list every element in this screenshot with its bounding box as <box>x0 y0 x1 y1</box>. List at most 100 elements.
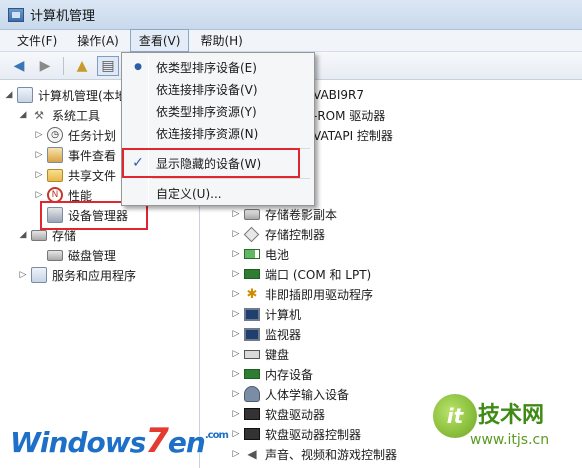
device-root-computer-name[interactable]: VABI9R7 <box>313 85 364 105</box>
device-label: 监视器 <box>265 327 302 342</box>
device-label: 内存设备 <box>265 367 314 382</box>
menu-mark <box>128 101 148 121</box>
device-category[interactable]: ▷ 软盘驱动器 <box>231 404 325 424</box>
collapsed-arrow-icon[interactable]: ▷ <box>231 369 241 379</box>
collapsed-arrow-icon[interactable]: ▷ <box>231 449 241 459</box>
device-category-ide[interactable]: VATAPI 控制器 <box>313 125 393 145</box>
collapsed-arrow-icon[interactable]: ▷ <box>231 269 241 279</box>
device-category[interactable]: ▷ 存储控制器 <box>231 224 325 244</box>
collapsed-arrow-icon[interactable]: ▷ <box>34 170 44 180</box>
collapsed-arrow-icon[interactable]: ▷ <box>231 349 241 359</box>
tree-label: 计算机管理(本地 <box>38 88 127 103</box>
device-category[interactable]: ▷ 监视器 <box>231 324 301 344</box>
menu-item-sort-resources-by-connection[interactable]: 依连接排序资源(N) <box>124 122 312 144</box>
non-pnp-driver-icon: ✱ <box>246 286 258 302</box>
menu-help[interactable]: 帮助(H) <box>191 29 251 52</box>
collapsed-arrow-icon[interactable]: ▷ <box>231 389 241 399</box>
device-category[interactable]: ▷ 计算机 <box>231 304 301 324</box>
computer-management-icon <box>8 7 24 22</box>
device-label: 存储控制器 <box>265 227 326 242</box>
device-category[interactable]: ▷ ✱ 非即插即用驱动程序 <box>231 284 373 304</box>
collapsed-arrow-icon[interactable]: ▷ <box>231 229 241 239</box>
device-category[interactable]: ▷ 端口 (COM 和 LPT) <box>231 264 372 284</box>
menu-item-sort-devices-by-connection[interactable]: 依连接排序设备(V) <box>124 78 312 100</box>
tree-item-device-manager[interactable]: 设备管理器 <box>47 205 128 225</box>
device-category-dvd[interactable]: -ROM 驱动器 <box>313 105 385 125</box>
device-label: 存储卷影副本 <box>265 207 338 222</box>
tree-item-services[interactable]: ▷ 服务和应用程序 <box>18 265 136 285</box>
tree-label: 事件查看 <box>68 148 117 163</box>
collapsed-arrow-icon[interactable]: ▷ <box>34 150 44 160</box>
device-label: 端口 (COM 和 LPT) <box>265 267 372 282</box>
expanded-arrow-icon[interactable]: ◢ <box>18 230 28 240</box>
menu-item-sort-devices-by-type[interactable]: ● 依类型排序设备(E) <box>124 56 312 78</box>
up-folder-icon[interactable]: ▲ <box>71 56 93 76</box>
collapsed-arrow-icon[interactable]: ▷ <box>231 309 241 319</box>
collapsed-arrow-icon[interactable]: ▷ <box>231 209 241 219</box>
device-category[interactable]: ▷ 软盘驱动器控制器 <box>231 424 361 444</box>
tree-item-disk-management[interactable]: 磁盘管理 <box>47 245 116 265</box>
performance-icon: N <box>47 187 63 203</box>
menu-item-show-hidden-devices[interactable]: ✓ 显示隐藏的设备(W) <box>124 152 312 174</box>
menu-item-label: 依类型排序设备(E) <box>156 60 257 75</box>
tree-item-root[interactable]: ◢ 计算机管理(本地 <box>4 85 127 105</box>
collapsed-arrow-icon[interactable]: ▷ <box>34 190 44 200</box>
collapsed-arrow-icon[interactable]: ▷ <box>231 329 241 339</box>
menu-item-sort-resources-by-type[interactable]: 依类型排序资源(Y) <box>124 100 312 122</box>
menu-view[interactable]: 查看(V) <box>129 29 190 52</box>
menu-item-label: 依类型排序资源(Y) <box>156 104 257 119</box>
device-category[interactable]: ▷ 存储卷影副本 <box>231 204 337 224</box>
tree-item-system-tools[interactable]: ◢ ⚒ 系统工具 <box>18 105 100 125</box>
collapsed-arrow-icon[interactable]: ▷ <box>231 429 241 439</box>
collapsed-arrow-icon[interactable]: ▷ <box>34 130 44 140</box>
device-label: 软盘驱动器控制器 <box>265 427 362 442</box>
view-menu-dropdown: ● 依类型排序设备(E) 依连接排序设备(V) 依类型排序资源(Y) 依连接排序… <box>121 52 315 206</box>
device-category[interactable]: ▷ 电池 <box>231 244 289 264</box>
storage-icon <box>31 229 47 241</box>
device-category[interactable]: ▷ ◀ 声音、视频和游戏控制器 <box>231 444 397 464</box>
tree-item-storage[interactable]: ◢ 存储 <box>18 225 76 245</box>
menu-item-label: 依连接排序设备(V) <box>156 82 258 97</box>
menu-item-label: 依连接排序资源(N) <box>156 126 259 141</box>
hid-icon <box>244 386 260 402</box>
ide-ata-label: VATAPI 控制器 <box>313 128 393 143</box>
menu-separator <box>152 148 310 149</box>
computer-name-label: VABI9R7 <box>313 88 365 102</box>
collapsed-arrow-icon[interactable]: ▷ <box>231 249 241 259</box>
floppy-drive-icon <box>244 408 260 420</box>
tree-item-task-scheduler[interactable]: ▷ ◷ 任务计划 <box>34 125 116 145</box>
tools-icon: ⚒ <box>34 108 44 122</box>
shared-folder-icon <box>47 168 63 182</box>
tree-label: 任务计划 <box>68 128 117 143</box>
collapsed-arrow-icon[interactable]: ▷ <box>231 289 241 299</box>
expanded-arrow-icon[interactable]: ◢ <box>18 110 28 120</box>
computer-management-icon <box>17 87 33 103</box>
menu-item-customize[interactable]: 自定义(U)... <box>124 182 312 204</box>
device-manager-icon <box>47 207 63 223</box>
menu-action[interactable]: 操作(A) <box>68 29 128 52</box>
show-hide-tree-icon[interactable]: ▤ <box>97 55 119 76</box>
forward-arrow-icon[interactable]: ▶ <box>34 56 56 76</box>
back-arrow-icon[interactable]: ◀ <box>8 56 30 76</box>
device-label: 软盘驱动器 <box>265 407 326 422</box>
memory-icon <box>244 369 260 379</box>
device-category[interactable]: ▷ 键盘 <box>231 344 289 364</box>
disk-management-icon <box>47 249 63 261</box>
menu-mark <box>128 123 148 143</box>
collapsed-arrow-icon[interactable]: ▷ <box>18 270 28 280</box>
device-category[interactable]: ▷ 内存设备 <box>231 364 313 384</box>
menu-file[interactable]: 文件(F) <box>8 29 66 52</box>
storage-controller-icon <box>243 226 260 242</box>
tree-item-event-viewer[interactable]: ▷ 事件查看 <box>34 145 116 165</box>
device-label: 计算机 <box>265 307 302 322</box>
menu-bar: 文件(F) 操作(A) 查看(V) 帮助(H) <box>0 29 582 52</box>
expanded-arrow-icon[interactable]: ◢ <box>4 90 14 100</box>
device-category[interactable]: ▷ 人体学输入设备 <box>231 384 349 404</box>
collapsed-arrow-icon[interactable]: ▷ <box>231 409 241 419</box>
watermark-text: Windows <box>10 426 146 459</box>
tree-item-performance[interactable]: ▷ N 性能 <box>34 185 92 205</box>
tree-item-shared-folders[interactable]: ▷ 共享文件 <box>34 165 116 185</box>
menu-item-label: 显示隐藏的设备(W) <box>156 156 262 171</box>
computer-icon <box>244 307 260 321</box>
radio-bullet-icon: ● <box>134 62 142 72</box>
